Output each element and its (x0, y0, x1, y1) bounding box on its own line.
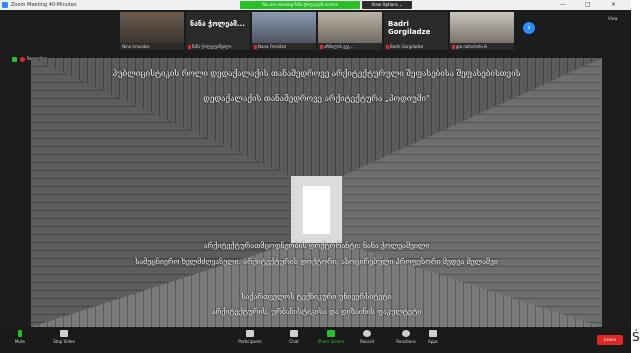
participant-tile[interactable]: ნანა ჭოლეაშ... ნანა ჭოლეჯეიშვილი (186, 12, 250, 50)
mute-label: Mute (14, 339, 25, 344)
participant-video (318, 12, 382, 43)
screen-share-banner: You are viewing ნანა ჭოლკავის screen (240, 1, 360, 9)
participants-button[interactable]: Participants (230, 330, 270, 344)
muted-mic-icon (452, 45, 455, 49)
stop-video-button[interactable]: Stop Video (44, 330, 84, 344)
participant-name: Badri Gorgiladze (390, 44, 424, 49)
participant-tile[interactable]: არჩილის გეგ... (318, 12, 382, 50)
muted-mic-icon (254, 45, 257, 49)
apps-button[interactable]: Apps (418, 330, 448, 344)
meeting-area: Nino Irmaidze ნანა ჭოლეაშ... ნანა ჭოლეჯე… (0, 10, 631, 327)
right-edge-strip: Ṡ (631, 0, 642, 353)
next-participants-arrow-icon[interactable]: › (523, 22, 535, 34)
participant-tile[interactable]: Badri Gorgiladze Badri Gorgiladze (384, 12, 448, 50)
participant-name: ნანა ჭოლეჯეიშვილი (192, 44, 232, 49)
participant-display-name: ნანა ჭოლეაშ... (190, 20, 245, 28)
participant-video-strip: Nino Irmaidze ნანა ჭოლეაშ... ნანა ჭოლეჯე… (120, 12, 540, 50)
record-button[interactable]: Record (350, 330, 384, 344)
chat-label: Chat (289, 339, 299, 344)
zoom-logo-icon (2, 2, 8, 8)
shared-screen: პუბლიცისტიკის როლი დედაქალაქის თანამედრო… (31, 58, 602, 327)
leave-button[interactable]: Leave (597, 335, 623, 345)
chat-button[interactable]: Chat (276, 330, 312, 344)
muted-mic-icon (386, 45, 389, 49)
muted-mic-icon (320, 45, 323, 49)
recording-icon (20, 56, 25, 62)
participant-name: Nino Irmaidze (122, 44, 150, 49)
participants-label: Participants (238, 339, 262, 344)
share-screen-button[interactable]: Share Screen (312, 330, 350, 344)
view-button[interactable]: View (608, 16, 618, 21)
record-icon (363, 330, 371, 337)
encryption-shield-icon[interactable] (12, 56, 17, 62)
minimize-icon[interactable]: — (560, 1, 566, 8)
share-screen-label: Share Screen (317, 339, 345, 344)
participant-tile[interactable]: gia natsvlishvili (450, 12, 514, 50)
slide-title-line: პუბლიცისტიკის როლი დედაქალაქის თანამედრო… (112, 69, 521, 78)
window-title: Zoom Meeting 40-Minutes (11, 2, 77, 8)
slide-author-line: არქიტექტურათმცოდნეობის დოქტორანტი: ნანა … (203, 242, 430, 250)
close-icon[interactable]: ✕ (611, 1, 616, 8)
share-screen-icon (327, 330, 335, 337)
participant-tile[interactable]: Nino Irmaidze (120, 12, 184, 50)
slide-university-line: საქართველოს ტექნიკური უნივერსიტეტი (241, 293, 392, 301)
participants-icon (246, 330, 254, 337)
slide-title-line: დედაქალაქის თანამედროვე არქიტექტურა „პოდ… (203, 94, 430, 103)
reactions-label: Reactions (396, 339, 416, 344)
participant-tile[interactable]: Nana Fresidze (252, 12, 316, 50)
chat-icon (290, 330, 298, 337)
apps-label: Apps (428, 339, 438, 344)
camera-icon (60, 330, 68, 337)
view-options-button[interactable]: View Options ⌄ (362, 1, 412, 9)
slide-faculty-line: არქიტექტურის, ურბანისტიკისა და დიზაინის … (211, 308, 422, 316)
participant-name: Nana Fresidze (258, 44, 287, 49)
participant-name: არჩილის გეგ... (324, 44, 354, 49)
muted-mic-icon (188, 45, 191, 49)
mute-button[interactable]: Mute (8, 330, 32, 344)
record-label: Record (360, 339, 374, 344)
edge-glyph: Ṡ (632, 330, 640, 344)
reactions-icon (402, 330, 410, 337)
participant-video (450, 12, 514, 43)
microphone-icon (18, 330, 22, 337)
participant-display-name: Badri Gorgiladze (388, 20, 431, 36)
participant-video (120, 12, 184, 43)
participant-video (252, 12, 316, 43)
meeting-toolbar: Mute Stop Video Participants Chat Share … (0, 327, 631, 353)
stop-video-label: Stop Video (53, 339, 75, 344)
apps-icon (429, 330, 437, 337)
participant-name: gia natsvlishvili (456, 44, 487, 49)
slide-supervisor-line: სამეცნიერო ხელმძღვანელი: არქიტექტურის დო… (135, 258, 498, 266)
maximize-icon[interactable]: □ (585, 1, 591, 8)
